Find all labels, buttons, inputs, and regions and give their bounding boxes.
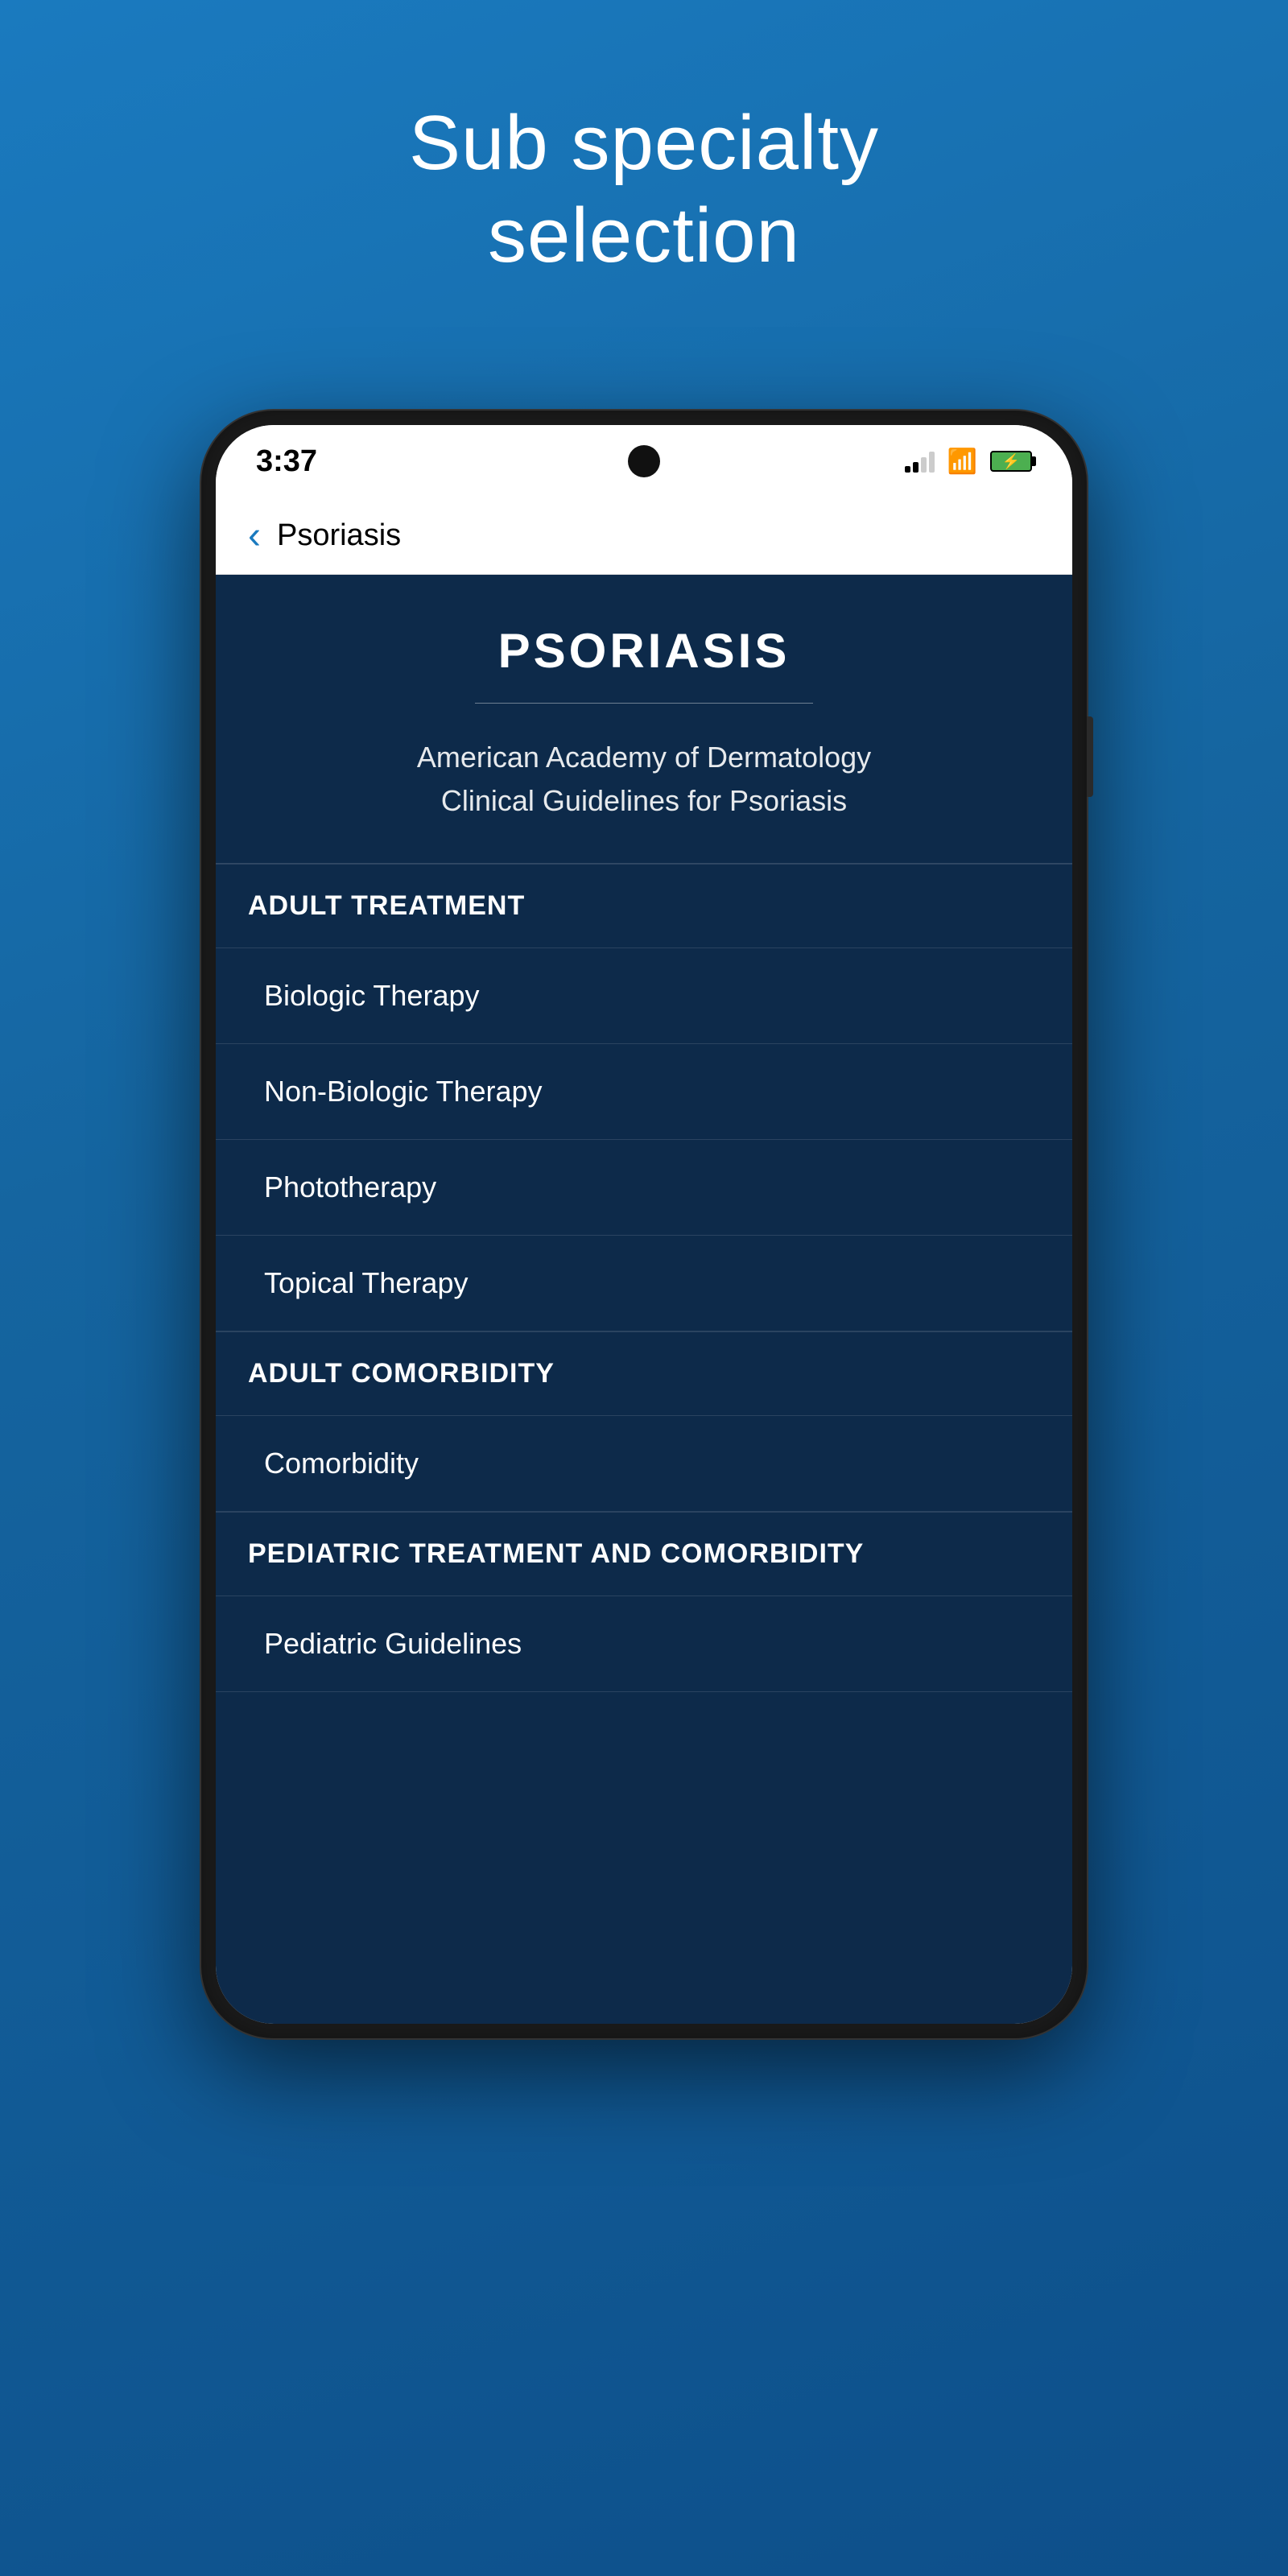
battery-icon: ⚡: [990, 451, 1032, 472]
menu-item-non-biologic-therapy[interactable]: Non-Biologic Therapy: [216, 1044, 1072, 1140]
signal-bar-4: [929, 452, 935, 473]
section-header-pediatric: PEDIATRIC TREATMENT AND COMORBIDITY: [216, 1512, 1072, 1596]
section-header-text-adult-treatment: ADULT TREATMENT: [248, 890, 525, 921]
phone-mockup: 3:37 📶 ⚡: [201, 411, 1087, 2038]
menu-item-label-pediatric: Pediatric Guidelines: [264, 1627, 522, 1660]
menu-item-phototherapy[interactable]: Phototherapy: [216, 1140, 1072, 1236]
menu-item-topical-therapy[interactable]: Topical Therapy: [216, 1236, 1072, 1331]
menu-item-pediatric-guidelines[interactable]: Pediatric Guidelines: [216, 1596, 1072, 1692]
nav-bar: ‹ Psoriasis: [216, 497, 1072, 575]
menu-item-label-non-biologic: Non-Biologic Therapy: [264, 1075, 543, 1108]
nav-title: Psoriasis: [277, 518, 401, 553]
status-bar: 3:37 📶 ⚡: [216, 425, 1072, 497]
phone-screen: 3:37 📶 ⚡: [216, 425, 1072, 2024]
menu-item-label-phototherapy: Phototherapy: [264, 1170, 436, 1203]
section-header-adult-treatment: ADULT TREATMENT: [216, 864, 1072, 948]
page-title: Sub specialty selection: [409, 97, 879, 282]
menu-item-label-topical: Topical Therapy: [264, 1266, 468, 1299]
title-divider: [475, 703, 813, 704]
signal-bar-1: [905, 466, 910, 473]
phone-frame: 3:37 📶 ⚡: [201, 411, 1087, 2038]
wifi-icon: 📶: [947, 448, 977, 476]
status-icons: 📶 ⚡: [905, 448, 1032, 476]
signal-icon: [905, 450, 935, 473]
battery-body: ⚡: [990, 451, 1032, 472]
app-content: PSORIASIS American Academy of Dermatolog…: [216, 575, 1072, 2024]
camera-notch: [628, 445, 660, 477]
signal-bar-2: [913, 462, 919, 473]
section-header-adult-comorbidity: ADULT COMORBIDITY: [216, 1331, 1072, 1416]
battery-bolt: ⚡: [1002, 453, 1020, 470]
signal-bar-3: [921, 457, 927, 473]
section-header-text-pediatric: PEDIATRIC TREATMENT AND COMORBIDITY: [248, 1538, 864, 1569]
content-header: PSORIASIS American Academy of Dermatolog…: [216, 575, 1072, 864]
disease-title: PSORIASIS: [248, 623, 1040, 679]
menu-item-label-biologic: Biologic Therapy: [264, 979, 480, 1012]
status-time: 3:37: [256, 444, 317, 479]
back-button[interactable]: ‹: [248, 517, 261, 555]
menu-item-comorbidity[interactable]: Comorbidity: [216, 1416, 1072, 1512]
disease-subtitle: American Academy of Dermatology Clinical…: [248, 736, 1040, 823]
menu-item-biologic-therapy[interactable]: Biologic Therapy: [216, 948, 1072, 1044]
section-header-text-adult-comorbidity: ADULT COMORBIDITY: [248, 1358, 555, 1389]
menu-item-label-comorbidity: Comorbidity: [264, 1447, 419, 1480]
